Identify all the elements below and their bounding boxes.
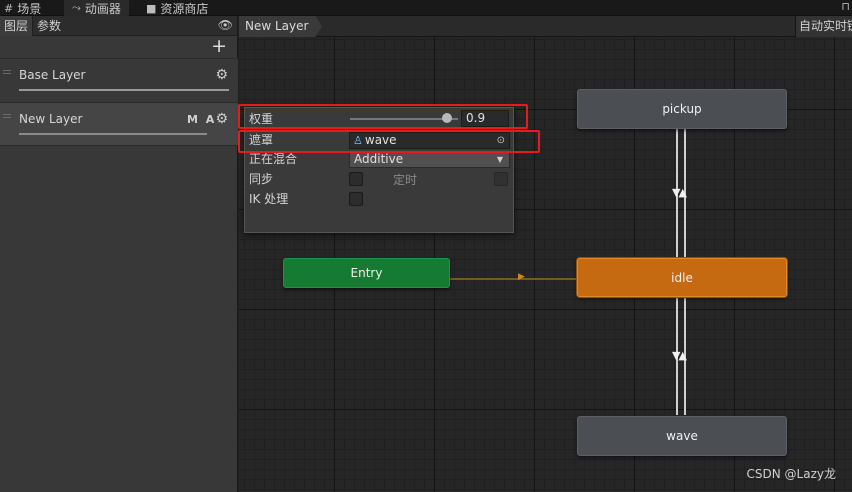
- animator-icon: ⤳: [72, 1, 81, 14]
- state-node-idle[interactable]: idle: [577, 258, 787, 297]
- tab-asset-store[interactable]: ■ 资源商店: [146, 0, 208, 16]
- layer-weight-bar: [19, 89, 229, 91]
- tab-animator-label: 动画器: [84, 1, 121, 16]
- breadcrumb-label: New Layer: [245, 19, 309, 33]
- highlight-box-weight: [238, 104, 528, 129]
- blending-dropdown[interactable]: Additive ▼: [349, 151, 510, 168]
- timing-label: 定时: [393, 173, 418, 187]
- lock-icon[interactable]: ⊓: [841, 0, 850, 13]
- entry-transition-arrow-icon: ▶: [518, 272, 525, 282]
- state-label: pickup: [662, 102, 702, 116]
- state-label: wave: [666, 429, 698, 443]
- layer-item-base[interactable]: Base Layer ⚙: [0, 58, 238, 102]
- breadcrumb[interactable]: New Layer: [239, 16, 322, 37]
- layer-name: Base Layer: [19, 68, 86, 82]
- window-tab-bar: # 场景 ⤳ 动画器 ■ 资源商店 ⊓: [0, 0, 852, 16]
- blending-value: Additive: [354, 152, 404, 166]
- layers-panel-tabs: 图层 参数 👁: [0, 15, 237, 36]
- add-layer-row: +: [0, 35, 237, 58]
- ik-pass-label: IK 处理: [249, 192, 289, 206]
- tab-scene-label: 场景: [17, 1, 42, 16]
- layer-item-new[interactable]: New Layer M A ⚙: [0, 102, 238, 146]
- drag-handle-icon[interactable]: [3, 70, 11, 74]
- sync-label: 同步: [249, 172, 274, 186]
- auto-live-link-button[interactable]: 自动实时链接: [795, 16, 852, 37]
- grid-icon: #: [4, 1, 14, 15]
- gear-icon[interactable]: ⚙: [215, 67, 228, 83]
- add-layer-button[interactable]: +: [211, 35, 227, 57]
- tab-parameters[interactable]: 参数: [32, 15, 65, 36]
- chevron-down-icon: ▼: [496, 155, 503, 164]
- tab-animator[interactable]: ⤳ 动画器: [64, 0, 129, 16]
- layer-name: New Layer: [19, 112, 83, 126]
- timing-checkbox[interactable]: [494, 172, 508, 186]
- state-node-entry[interactable]: Entry: [283, 258, 450, 288]
- transition-arrows-icon: ▼▲: [672, 349, 687, 362]
- entry-transition-line[interactable]: [450, 278, 577, 280]
- tab-layers[interactable]: 图层: [0, 15, 33, 36]
- watermark-text: CSDN @Lazy龙: [746, 467, 836, 481]
- state-label: Entry: [350, 266, 383, 280]
- layers-panel: 图层 参数 👁 + Base Layer ⚙ New Layer M A ⚙: [0, 15, 238, 492]
- sync-checkbox[interactable]: [349, 172, 363, 186]
- eye-icon[interactable]: 👁: [218, 18, 233, 32]
- state-label: idle: [671, 270, 693, 285]
- ik-pass-checkbox[interactable]: [349, 192, 363, 206]
- drag-handle-icon[interactable]: [3, 114, 11, 118]
- store-icon: ■: [146, 1, 157, 15]
- gear-icon[interactable]: ⚙: [215, 111, 228, 127]
- graph-header: New Layer 自动实时链接: [239, 16, 852, 37]
- state-node-wave[interactable]: wave: [577, 416, 787, 456]
- layer-badges: M A: [187, 113, 217, 126]
- layer-weight-bar: [19, 133, 207, 135]
- state-node-pickup[interactable]: pickup: [577, 89, 787, 129]
- highlight-box-mask: [238, 130, 540, 153]
- transition-arrows-icon: ▼▲: [672, 186, 687, 199]
- tab-scene[interactable]: # 场景: [4, 0, 41, 16]
- tab-asset-store-label: 资源商店: [160, 1, 209, 16]
